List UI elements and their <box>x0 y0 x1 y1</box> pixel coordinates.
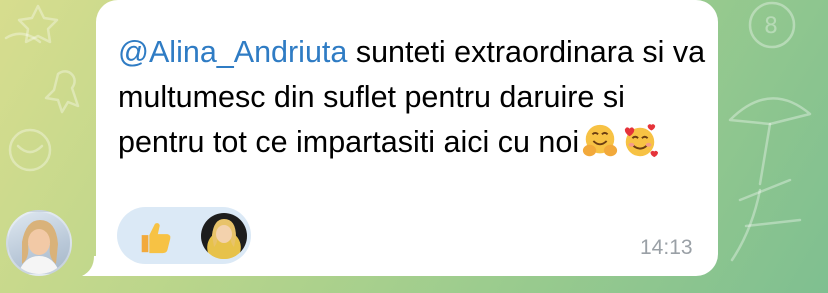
reaction-user-avatar-image <box>210 219 238 259</box>
message-timestamp: 14:13 <box>640 236 693 259</box>
thumbs-up-icon <box>141 223 171 254</box>
hugging-face-icon <box>583 124 618 157</box>
smiling-face-with-hearts-icon <box>624 124 659 158</box>
message-text: @Alina_Andriuta sunteti extraordinara si… <box>118 30 708 165</box>
mention-link[interactable]: @Alina_Andriuta <box>118 35 347 69</box>
reaction-user-avatar[interactable] <box>201 213 247 259</box>
reaction-pill[interactable] <box>117 207 251 264</box>
sender-avatar[interactable] <box>6 210 72 276</box>
sender-avatar-image <box>18 220 60 274</box>
svg-text:8: 8 <box>764 14 778 39</box>
